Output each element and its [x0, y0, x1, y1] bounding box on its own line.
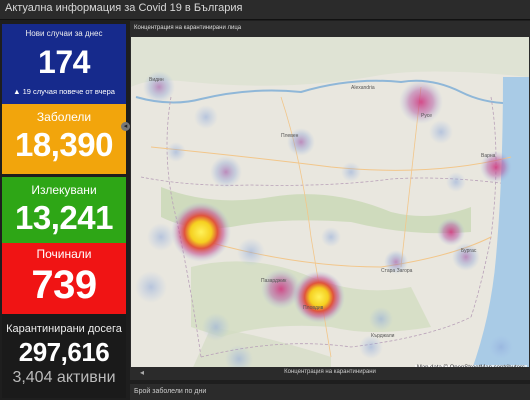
- city-label: Бургас: [461, 248, 477, 254]
- city-label: Пловдив: [303, 305, 324, 311]
- city-label: Пазарджик: [261, 278, 287, 284]
- quarantined-card: Карантинирани досега 297,616 3,404 актив…: [2, 314, 126, 398]
- map-footer: ◂ Концентрация на карантинирани: [130, 367, 530, 379]
- daily-cases-title: Брой заболели по дни: [134, 388, 207, 395]
- new-cases-label: Нови случаи за днес: [25, 29, 103, 38]
- new-cases-value: 174: [38, 44, 90, 80]
- city-label: Стара Загора: [381, 268, 413, 274]
- recovered-value: 13,241: [15, 199, 113, 236]
- heatmap-map[interactable]: Видин Русе Alexandria Плевен Варна Бурга…: [131, 37, 529, 372]
- city-label: Кърджали: [371, 333, 395, 339]
- new-cases-card: Нови случаи за днес 174 ▲ 19 случая пове…: [2, 24, 126, 110]
- map-footer-label: Концентрация на карантинирани: [284, 369, 376, 375]
- page-title: Актуална информация за Covid 19 в Българ…: [5, 2, 243, 14]
- deceased-label: Починали: [36, 247, 92, 261]
- quarantined-active: 3,404 активни: [12, 369, 116, 386]
- quarantined-label: Карантинирани досега: [6, 323, 122, 335]
- city-label: Русе: [421, 113, 432, 119]
- deceased-card: Починали 739: [2, 243, 126, 323]
- recovered-card: Излекувани 13,241: [2, 177, 126, 245]
- deceased-value: 739: [31, 263, 97, 307]
- sick-value: 18,390: [15, 126, 113, 163]
- city-label: Варна: [481, 153, 496, 159]
- recovered-label: Излекувани: [31, 183, 97, 197]
- header-bar: Актуална информация за Covid 19 в Българ…: [0, 0, 530, 20]
- map-title: Концентрация на карантинирани лица: [134, 25, 242, 31]
- map-canvas[interactable]: Видин Русе Alexandria Плевен Варна Бурга…: [131, 37, 529, 372]
- quarantined-value: 297,616: [18, 337, 110, 367]
- collapse-icon[interactable]: ◂: [121, 122, 130, 131]
- map-panel: Концентрация на карантинирани лица Видин…: [130, 21, 530, 380]
- new-cases-change: ▲ 19 случая повече от вчера: [13, 87, 115, 96]
- city-label: Видин: [149, 77, 164, 83]
- daily-cases-panel: Брой заболели по дни: [130, 384, 530, 400]
- sick-label: Заболели: [36, 110, 92, 124]
- sick-card: Заболели 18,390: [2, 104, 126, 174]
- city-label: Alexandria: [351, 85, 375, 91]
- stats-sidebar: Нови случаи за днес 174 ▲ 19 случая пове…: [0, 22, 130, 400]
- city-label: Плевен: [281, 133, 299, 139]
